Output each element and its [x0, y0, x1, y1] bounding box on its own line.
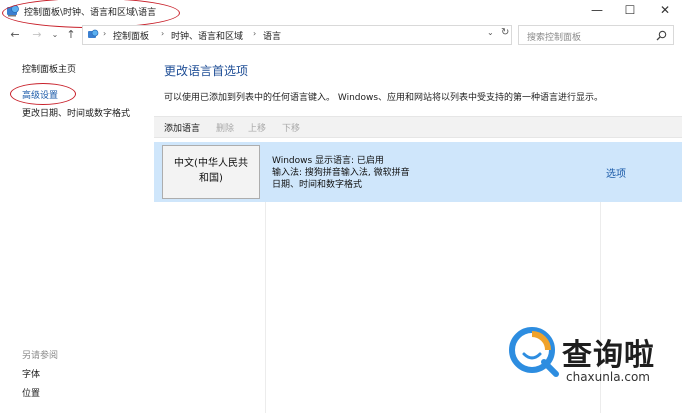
breadcrumb-separator: ›: [103, 29, 107, 38]
navigation-bar: ← → ⌄ ↑ › 控制面板 › 时钟、语言和区域 › 语言 ⌄ ↻ 搜索控制面…: [0, 22, 682, 48]
breadcrumb-clock-language-region[interactable]: 时钟、语言和区域: [171, 29, 243, 42]
up-button[interactable]: ↑: [64, 27, 78, 43]
location-link[interactable]: 位置: [22, 386, 40, 399]
language-name-line2: 和国): [199, 173, 223, 184]
back-button[interactable]: ←: [8, 27, 22, 43]
search-box[interactable]: 搜索控制面板: [518, 25, 674, 45]
control-panel-icon: [88, 29, 99, 38]
title-bar: 控制面板\时钟、语言和区域\语言 — ☐ ✕: [0, 0, 682, 28]
breadcrumb-control-panel[interactable]: 控制面板: [113, 29, 149, 42]
refresh-button[interactable]: ↻: [501, 27, 509, 38]
format-info: 日期、时间和数字格式: [272, 180, 363, 190]
address-dropdown-button[interactable]: ⌄: [487, 28, 494, 37]
add-language-button[interactable]: 添加语言: [164, 121, 200, 134]
move-down-button[interactable]: 下移: [282, 121, 300, 134]
minimize-button[interactable]: —: [582, 0, 612, 20]
language-name-line1: 中文(中华人民共: [174, 158, 248, 169]
page-title: 更改语言首选项: [164, 64, 249, 78]
recent-locations-button[interactable]: ⌄: [48, 27, 62, 43]
watermark-brand: 查询啦: [562, 338, 655, 373]
close-button[interactable]: ✕: [650, 0, 680, 20]
remove-button[interactable]: 删除: [216, 121, 234, 134]
watermark-url: chaxunla.com: [566, 370, 650, 384]
language-name-button[interactable]: 中文(中华人民共 和国): [162, 145, 260, 199]
address-bar[interactable]: › 控制面板 › 时钟、语言和区域 › 语言 ⌄ ↻: [82, 25, 512, 45]
annotation-circle-advanced: [10, 83, 76, 105]
language-toolbar: 添加语言 删除 上移 下移: [154, 116, 682, 138]
options-link[interactable]: 选项: [606, 165, 626, 180]
see-also-heading: 另请参阅: [22, 351, 59, 361]
move-up-button[interactable]: 上移: [248, 121, 266, 134]
page-description: 可以使用已添加到列表中的任何语言键入。 Windows、应用和网站将以列表中受支…: [164, 93, 604, 103]
maximize-button[interactable]: ☐: [615, 0, 645, 20]
forward-button[interactable]: →: [30, 27, 44, 43]
search-icon[interactable]: [656, 30, 667, 41]
change-date-formats-link[interactable]: 更改日期、时间或数字格式: [22, 106, 130, 119]
breadcrumb-separator: ›: [161, 29, 165, 38]
fonts-link[interactable]: 字体: [22, 367, 40, 380]
breadcrumb-separator: ›: [253, 29, 257, 38]
control-panel-home-link[interactable]: 控制面板主页: [22, 62, 76, 75]
search-input[interactable]: 搜索控制面板: [527, 30, 581, 43]
chaxunla-logo-icon: [509, 327, 559, 377]
breadcrumb-language[interactable]: 语言: [263, 29, 281, 42]
